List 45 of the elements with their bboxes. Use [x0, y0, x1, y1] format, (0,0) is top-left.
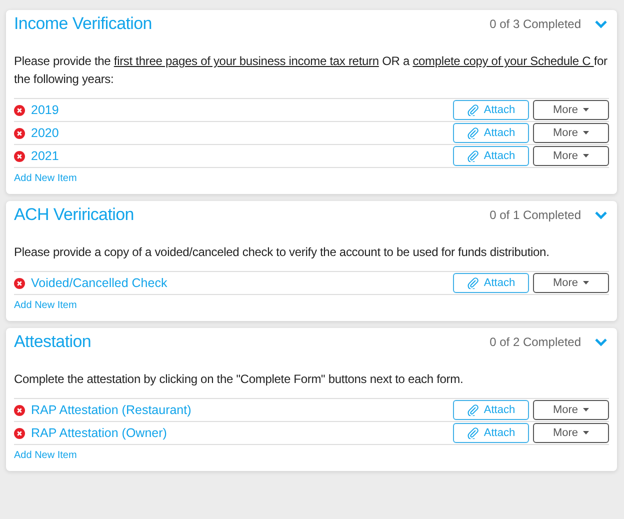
progress-text: 0 of 3 Completed — [490, 17, 581, 31]
section-title: Income Verification — [14, 14, 153, 34]
attach-button[interactable]: Attach — [453, 100, 529, 120]
caret-icon — [583, 131, 590, 135]
add-new-item-link[interactable]: Add New Item — [14, 450, 77, 461]
instructions-text: Please provide a copy of a voided/canceled check to verify the account to be used for funds distribution. — [14, 244, 550, 261]
section-title: Attestation — [14, 332, 92, 352]
paperclip-icon — [466, 104, 479, 116]
caret-icon — [583, 408, 590, 412]
caret-icon — [583, 154, 590, 158]
instructions-text: Complete the attestation by clicking on the "Complete Form" buttons next to each form. — [14, 371, 464, 388]
progress-text: 0 of 2 Completed — [490, 335, 581, 349]
more-dropdown-button[interactable]: More — [533, 273, 609, 293]
more-dropdown-button[interactable]: More — [533, 123, 609, 143]
item-link[interactable]: 2020 — [31, 126, 449, 140]
more-dropdown-button[interactable]: More — [533, 100, 609, 120]
attach-button[interactable]: Attach — [453, 273, 529, 293]
more-dropdown-button[interactable]: More — [533, 423, 609, 443]
instructions-text: Please provide the first three pages of your business income tax return OR a complete copy of your Schedule C for the following years: — [14, 53, 608, 88]
paperclip-icon — [466, 277, 479, 289]
item-link[interactable]: 2019 — [31, 103, 449, 117]
more-dropdown-button[interactable]: More — [533, 146, 609, 166]
chevron-down-icon[interactable] — [595, 210, 607, 220]
item-link[interactable]: RAP Attestation (Owner) — [31, 426, 449, 440]
attach-button[interactable]: Attach — [453, 423, 529, 443]
paperclip-icon — [466, 150, 479, 162]
more-dropdown-button[interactable]: More — [533, 400, 609, 420]
add-new-item-link[interactable]: Add New Item — [14, 300, 77, 311]
paperclip-icon — [466, 427, 479, 439]
add-new-item-link[interactable]: Add New Item — [14, 173, 77, 184]
chevron-down-icon[interactable] — [595, 338, 607, 346]
section-title: ACH Verirication — [14, 205, 135, 225]
attach-button[interactable]: Attach — [453, 146, 529, 166]
caret-icon — [583, 108, 590, 112]
caret-icon — [583, 431, 590, 435]
paperclip-icon — [466, 404, 479, 416]
caret-icon — [583, 281, 590, 285]
item-link[interactable]: 2021 — [31, 149, 449, 163]
paperclip-icon — [466, 127, 479, 139]
item-link[interactable]: RAP Attestation (Restaurant) — [31, 403, 449, 417]
item-link[interactable]: Voided/Cancelled Check — [31, 276, 449, 290]
progress-text: 0 of 1 Completed — [490, 208, 581, 222]
attach-button[interactable]: Attach — [453, 400, 529, 420]
chevron-down-icon[interactable] — [595, 20, 607, 28]
attach-button[interactable]: Attach — [453, 123, 529, 143]
